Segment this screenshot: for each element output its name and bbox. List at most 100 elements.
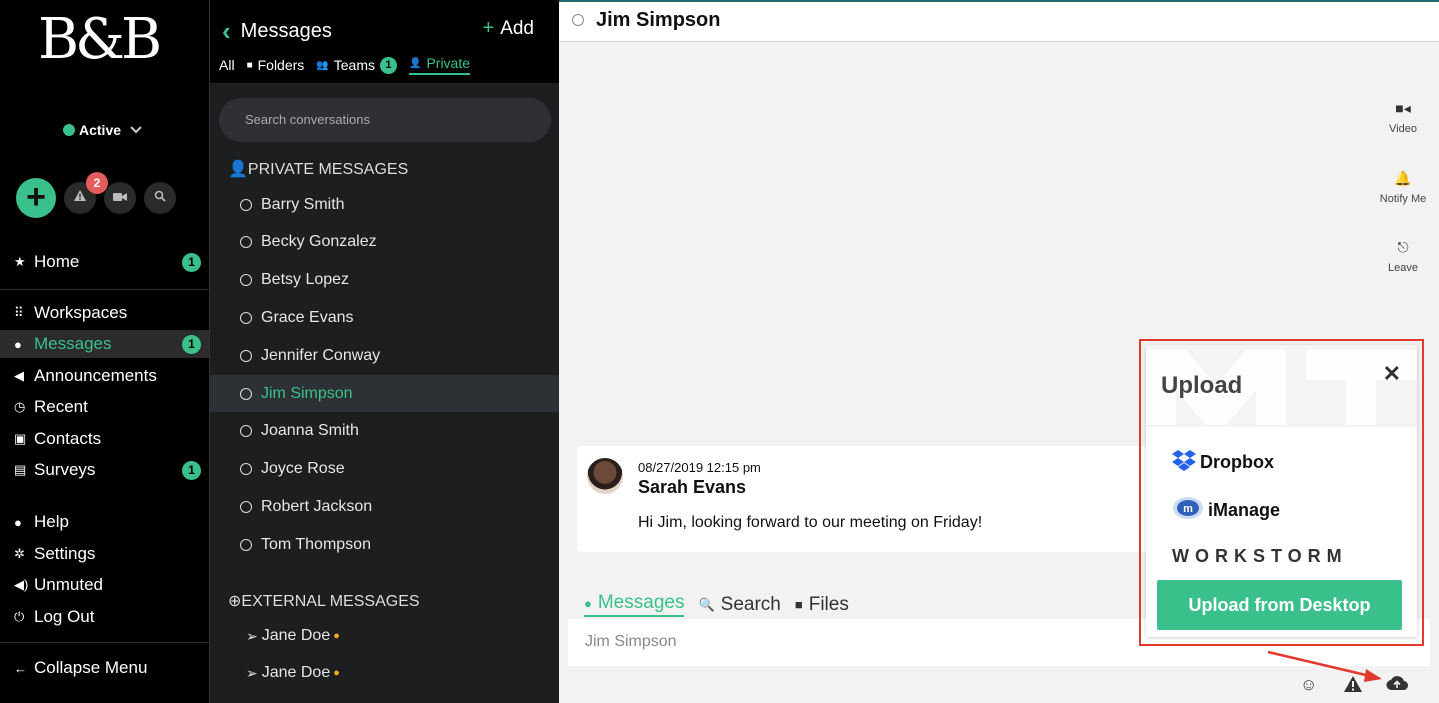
nav-divider [0,642,209,643]
warning-icon [73,189,87,207]
nav-unmuted[interactable]: ◀) Unmuted [14,571,201,599]
private-messages-heading: 👤PRIVATE MESSAGES [228,159,408,179]
annotation-arrow [1267,650,1382,682]
star-icon: ★ [14,254,26,269]
presence-icon [240,500,252,513]
alerts-button[interactable]: 2 [64,172,108,214]
nav-announcements[interactable]: ◀ Announcements [14,362,201,390]
history-icon: ◷ [14,399,26,414]
add-conversation-button[interactable]: + Add [483,17,535,40]
tab-folders[interactable]: ■ Folders [247,57,305,73]
tab-search[interactable]: 🔍 Search [698,594,780,616]
tab-teams-label: Teams [333,57,375,73]
surveys-badge: 1 [182,460,201,480]
search-button[interactable] [144,182,176,214]
conversation-item[interactable]: Robert Jackson [210,488,560,525]
tab-messages-label: Messages [597,592,685,613]
megaphone-icon: ◀ [14,368,24,383]
conversation-item[interactable]: Joyce Rose [210,451,560,488]
conversation-label: Jennifer Conway [261,346,381,364]
video-call-button[interactable] [104,182,136,214]
status-dot [63,124,75,136]
leave-label: Leave [1388,262,1418,274]
messages-badge: 1 [182,334,201,354]
presence-icon [240,538,252,551]
conversation-item[interactable]: Joanna Smith [210,413,560,450]
presence-icon [240,198,252,211]
contacts-icon: ▣ [14,431,27,446]
search-icon [154,189,166,207]
search-conversations-input[interactable]: Search conversations [219,98,551,142]
tab-private-label: Private [426,55,471,71]
nav-surveys[interactable]: ▤ Surveys 1 [14,456,201,484]
nav-recent[interactable]: ◷ Recent [14,393,201,421]
tab-messages[interactable]: ● Messages [584,592,685,617]
conversation-item[interactable]: Barry Smith [210,186,560,223]
bell-icon: 🔔 [1394,170,1412,186]
nav-surveys-label: Surveys [34,460,96,479]
presence-icon [240,274,252,287]
conversation-tabs: All ■ Folders 👥 Teams 1 👤 Private [219,55,482,75]
message-card: 08/27/2019 12:15 pm Sarah Evans Hi Jim, … [577,446,1177,552]
globe-icon: ● [333,667,340,679]
conversation-label: Joanna Smith [261,422,359,440]
nav-recent-label: Recent [34,397,88,416]
tab-files[interactable]: ■ Files [795,594,849,616]
leave-button[interactable]: ⎋ Leave [1373,239,1433,274]
tab-teams[interactable]: 👥 Teams 1 [316,56,397,74]
teams-badge: 1 [379,56,397,74]
video-icon [113,189,127,207]
conversation-label: Robert Jackson [261,497,373,515]
info-icon: ● [14,514,22,530]
globe-icon: ● [333,630,340,642]
chat-header: Jim Simpson [559,2,1439,42]
conversations-title: ‹ Messages [222,16,332,47]
conversation-label: Becky Gonzalez [261,233,377,251]
status-label: Active [79,122,122,138]
conversation-item[interactable]: Becky Gonzalez [210,224,560,261]
status-selector[interactable]: Active [63,122,143,138]
nav-contacts[interactable]: ▣ Contacts [14,425,201,453]
conversation-item[interactable]: Tom Thompson [210,526,560,563]
conversation-item[interactable]: Grace Evans [210,299,560,336]
nav-settings[interactable]: ✲ Settings [14,540,201,568]
external-messages-title: EXTERNAL MESSAGES [241,593,420,610]
video-action-button[interactable]: ■◂ Video [1373,100,1433,135]
highlight-box [1139,339,1424,646]
collapse-menu-label: Collapse Menu [34,658,148,677]
nav-help[interactable]: ● Help [14,508,201,536]
arrow-left-icon: ← [14,660,27,676]
external-conversation-label: Jane Doe [261,664,331,681]
new-button[interactable]: + [16,178,56,218]
tab-private[interactable]: 👤 Private [408,55,471,75]
send-icon: ➢ [246,664,258,681]
nav-messages[interactable]: ● Messages 1 [0,330,209,358]
nav-help-label: Help [34,512,69,531]
tab-all[interactable]: All [219,57,235,73]
notify-me-button[interactable]: 🔔 Notify Me [1373,170,1433,205]
search-icon: 🔍 [698,596,715,612]
back-chevron-icon[interactable]: ‹ [222,16,231,47]
conversation-item[interactable]: Betsy Lopez [210,262,560,299]
nav-workspaces-label: Workspaces [34,303,128,322]
conversation-label: Barry Smith [261,195,345,213]
team-icon: 👥 [316,59,329,71]
gear-icon: ✲ [14,546,25,561]
nav-workspaces[interactable]: ⠿ Workspaces [14,299,201,327]
external-person-icon: ⊕ [228,593,242,610]
conversation-label: Tom Thompson [261,535,371,553]
collapse-menu-button[interactable]: ← Collapse Menu [14,654,201,682]
presence-icon [240,349,252,362]
external-conversation[interactable]: ➢ Jane Doe ● [246,627,340,645]
external-conversation[interactable]: ➢ Jane Doe ● [246,664,340,682]
conversation-label: Joyce Rose [261,460,345,478]
person-icon: 👤 [228,161,248,178]
nav-logout[interactable]: ⏻ Log Out [14,603,201,631]
conversation-item[interactable]: Jim Simpson [210,375,560,412]
main-sidebar: B&B Active + 2 ★ Home 1 ⠿ Workspaces ● M… [0,0,209,703]
conversation-item[interactable]: Jennifer Conway [210,337,560,374]
nav-logout-label: Log Out [34,607,95,626]
presence-icon [240,425,252,438]
tab-files-label: Files [808,593,849,615]
nav-home[interactable]: ★ Home 1 [14,248,201,276]
